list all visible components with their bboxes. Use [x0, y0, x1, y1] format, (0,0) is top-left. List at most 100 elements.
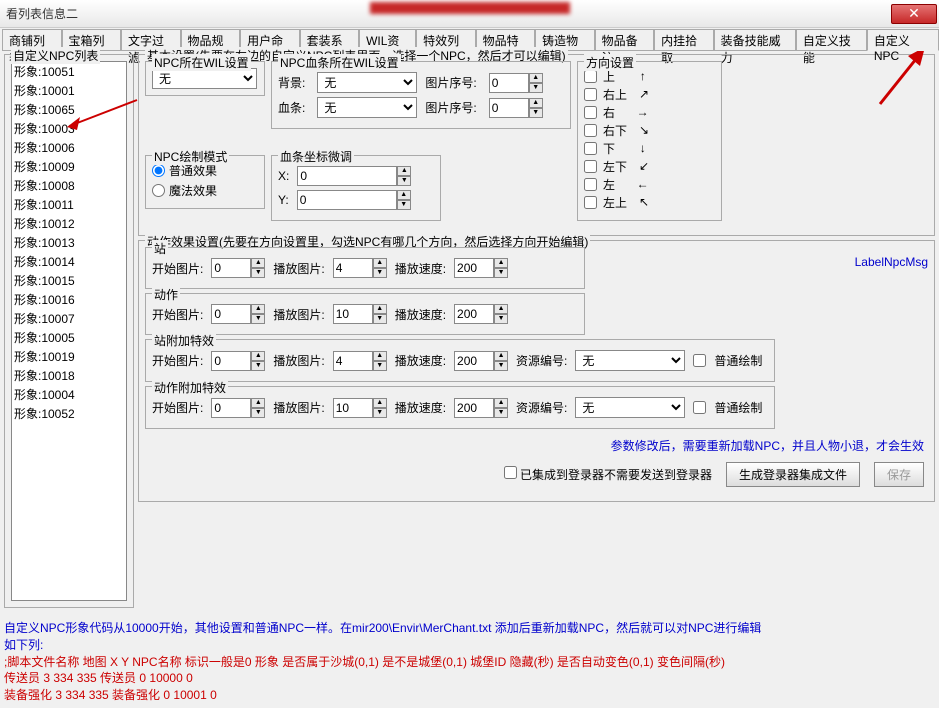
coord-group: 血条坐标微调 X:▲▼ Y:▲▼: [271, 155, 441, 221]
coord-label: 血条坐标微调: [278, 148, 354, 165]
action-start-spin[interactable]: ▲▼: [211, 304, 265, 324]
stfx-res-select[interactable]: 无: [575, 350, 685, 371]
list-item[interactable]: 形象:10013: [12, 233, 126, 252]
dir-check[interactable]: [584, 142, 597, 155]
titlebar: 看列表信息二 ✕: [0, 0, 939, 28]
save-button[interactable]: 保存: [874, 462, 924, 487]
list-item[interactable]: 形象:10052: [12, 404, 126, 423]
list-item[interactable]: 形象:10014: [12, 252, 126, 271]
stand-start-spin[interactable]: ▲▼: [211, 258, 265, 278]
stand-fx-label: 站附加特效: [152, 332, 216, 349]
arrow-icon: ↖: [639, 195, 649, 210]
arrow-icon: ↗: [639, 87, 649, 102]
stfx-play-spin[interactable]: ▲▼: [333, 351, 387, 371]
stfx-spd-spin[interactable]: ▲▼: [454, 351, 508, 371]
dir-check[interactable]: [584, 106, 597, 119]
list-item[interactable]: 形象:10011: [12, 195, 126, 214]
y-spin[interactable]: ▲▼: [297, 190, 411, 210]
stand-spd-label: 播放速度:: [395, 260, 446, 277]
notice-text: 参数修改后，需要重新加载NPC，并且人物小退，才会生效: [149, 437, 924, 454]
tab-itemnote[interactable]: 物品备注: [595, 29, 655, 51]
hp-wil-label: NPC血条所在WIL设置: [278, 54, 401, 71]
list-item[interactable]: 形象:10051: [12, 62, 126, 81]
bg-select[interactable]: 无: [317, 72, 417, 93]
list-item[interactable]: 形象:10012: [12, 214, 126, 233]
tab-customnpc[interactable]: 自定义NPC: [867, 29, 939, 51]
stand-spd-spin[interactable]: ▲▼: [454, 258, 508, 278]
bg-imgidx-spin[interactable]: ▲▼: [489, 73, 543, 93]
list-item[interactable]: 形象:10009: [12, 157, 126, 176]
basic-settings-group: 基本设置(先要在左边的自定义NPC列表里面，选择一个NPC，然后才可以编辑) N…: [138, 54, 935, 236]
draw-mode-group: NPC绘制模式 普通效果 魔法效果: [145, 155, 265, 209]
list-item[interactable]: 形象:10019: [12, 347, 126, 366]
y-label: Y:: [278, 193, 289, 207]
stfx-start-spin[interactable]: ▲▼: [211, 351, 265, 371]
stand-group: 站 开始图片:▲▼ 播放图片:▲▼ 播放速度:▲▼: [145, 247, 585, 289]
x-spin[interactable]: ▲▼: [297, 166, 411, 186]
anim-group: 动作效果设置(先要在方向设置里，勾选NPC有哪几个方向，然后选择方向开始编辑) …: [138, 240, 935, 502]
list-item[interactable]: 形象:10008: [12, 176, 126, 195]
list-item[interactable]: 形象:10065: [12, 100, 126, 119]
wil-label: NPC所在WIL设置: [152, 54, 251, 71]
acfx-normal-check[interactable]: [693, 401, 706, 414]
list-item[interactable]: 形象:10006: [12, 138, 126, 157]
dir-check[interactable]: [584, 88, 597, 101]
hp-wil-group: NPC血条所在WIL设置 背景: 无 图片序号: ▲▼ 血条: 无 图片序号: …: [271, 61, 571, 129]
sent-login-check[interactable]: [504, 466, 517, 479]
stand-start-label: 开始图片:: [152, 260, 203, 277]
tab-skillpower[interactable]: 装备技能威力: [714, 29, 796, 51]
blood-imgidx-spin[interactable]: ▲▼: [489, 98, 543, 118]
stand-play-label: 播放图片:: [273, 260, 324, 277]
list-item[interactable]: 形象:10005: [12, 328, 126, 347]
list-item[interactable]: 形象:10018: [12, 366, 126, 385]
dir-label: 方向设置: [584, 54, 636, 71]
arrow-icon: ↓: [639, 142, 646, 156]
list-item[interactable]: 形象:10003: [12, 119, 126, 138]
list-item[interactable]: 形象:10007: [12, 309, 126, 328]
title-decoration: [370, 2, 570, 14]
tab-pickup[interactable]: 内挂拾取: [654, 29, 714, 51]
npc-listbox[interactable]: 形象:10051形象:10001形象:10065形象:10003形象:10006…: [11, 61, 127, 601]
action-spd-spin[interactable]: ▲▼: [454, 304, 508, 324]
acfx-play-spin[interactable]: ▲▼: [333, 398, 387, 418]
acfx-start-spin[interactable]: ▲▼: [211, 398, 265, 418]
stfx-normal-check[interactable]: [693, 354, 706, 367]
stand-fx-group: 站附加特效 开始图片:▲▼ 播放图片:▲▼ 播放速度:▲▼ 资源编号:无 普通绘…: [145, 339, 775, 382]
mode-magic-label: 魔法效果: [169, 182, 217, 199]
npc-list-label: 自定义NPC列表: [11, 47, 100, 64]
close-button[interactable]: ✕: [891, 4, 937, 24]
dir-check[interactable]: [584, 178, 597, 191]
list-item[interactable]: 形象:10016: [12, 290, 126, 309]
action-fx-group: 动作附加特效 开始图片:▲▼ 播放图片:▲▼ 播放速度:▲▼ 资源编号:无 普通…: [145, 386, 775, 429]
tab-customskill[interactable]: 自定义技能: [796, 29, 867, 51]
dir-check[interactable]: [584, 70, 597, 83]
list-item[interactable]: 形象:10004: [12, 385, 126, 404]
acfx-spd-spin[interactable]: ▲▼: [454, 398, 508, 418]
x-label: X:: [278, 169, 289, 183]
wil-select[interactable]: 无: [152, 68, 257, 89]
bg-imgidx-label: 图片序号:: [425, 74, 476, 91]
stand-play-spin[interactable]: ▲▼: [333, 258, 387, 278]
arrow-icon: ↘: [639, 123, 649, 138]
mode-magic-radio[interactable]: [152, 184, 165, 197]
gen-button[interactable]: 生成登录器集成文件: [726, 462, 860, 487]
action-spd-label: 播放速度:: [395, 306, 446, 323]
direction-group: 方向设置 上↑右上↗右→右下↘下↓左下↙左←左上↖: [577, 61, 722, 221]
dir-check[interactable]: [584, 160, 597, 173]
arrow-icon: ←: [639, 178, 646, 192]
arrow-icon: ↑: [639, 70, 646, 84]
list-item[interactable]: 形象:10001: [12, 81, 126, 100]
dir-check[interactable]: [584, 124, 597, 137]
action-start-label: 开始图片:: [152, 306, 203, 323]
acfx-res-select[interactable]: 无: [575, 397, 685, 418]
mode-label: NPC绘制模式: [152, 148, 229, 165]
blood-select[interactable]: 无: [317, 97, 417, 118]
stand-label: 站: [152, 240, 168, 257]
blood-label: 血条:: [278, 99, 305, 116]
dir-check[interactable]: [584, 196, 597, 209]
action-fx-label: 动作附加特效: [152, 379, 228, 396]
action-play-spin[interactable]: ▲▼: [333, 304, 387, 324]
mode-normal-radio[interactable]: [152, 164, 165, 177]
arrow-icon: ↙: [639, 159, 649, 174]
list-item[interactable]: 形象:10015: [12, 271, 126, 290]
